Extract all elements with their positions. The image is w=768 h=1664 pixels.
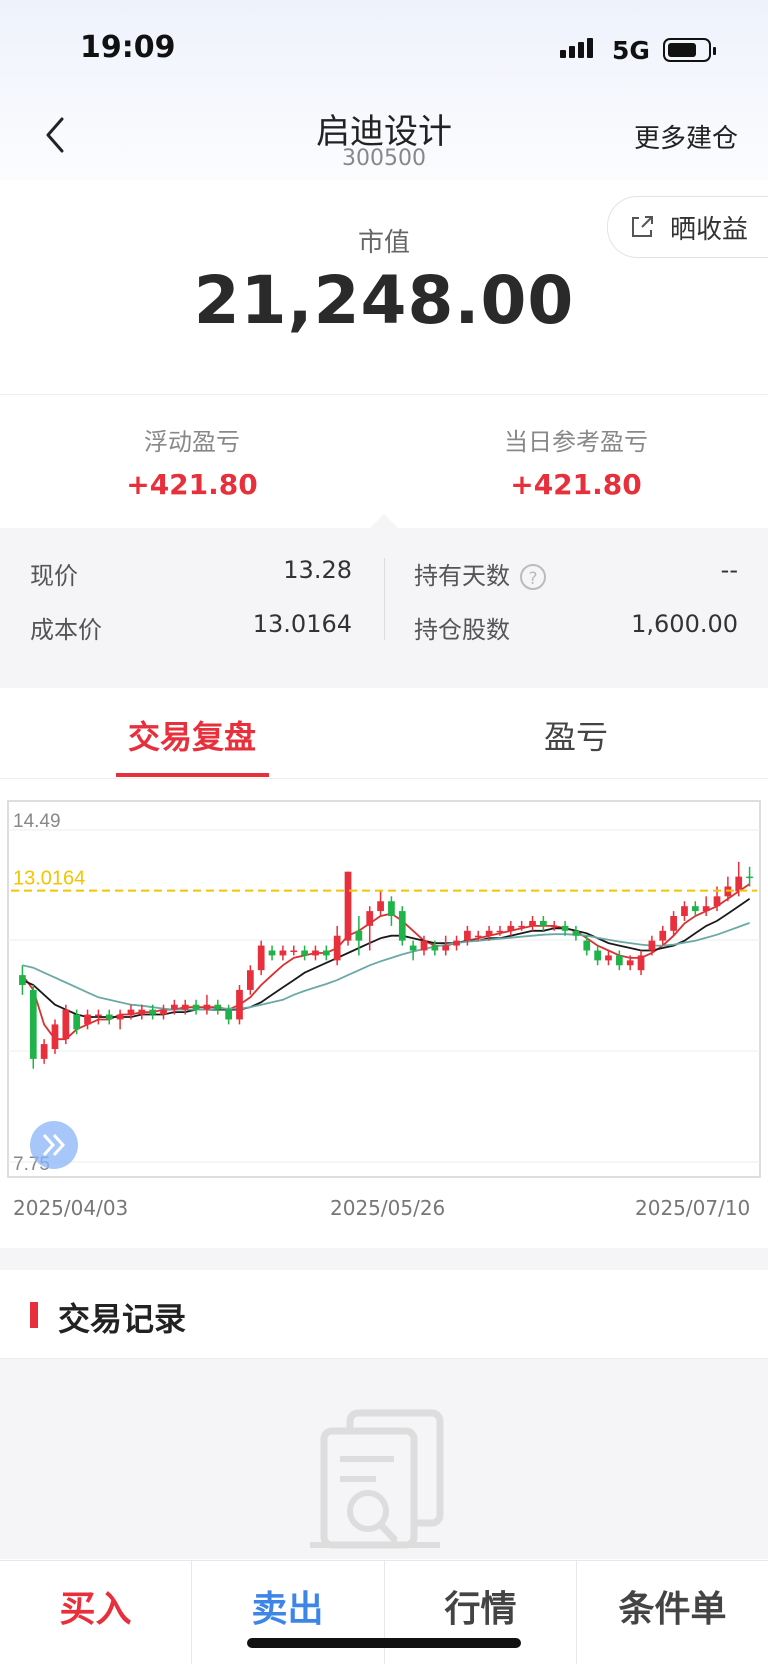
empty-document-icon	[310, 1409, 444, 1549]
battery-icon	[663, 38, 716, 62]
active-tab-indicator	[116, 773, 269, 777]
shares-label: 持仓股数	[414, 616, 510, 644]
divider	[0, 394, 768, 395]
pointer-triangle	[370, 514, 398, 528]
bottom-action-bar: 买入 卖出 行情 条件单	[0, 1560, 768, 1664]
network-type: 5G	[612, 36, 650, 65]
help-icon[interactable]: ?	[520, 564, 546, 590]
cost-value: 13.0164	[252, 610, 352, 638]
tab-trade-review[interactable]: 交易复盘	[0, 712, 384, 758]
days-label: 持有天数?	[414, 556, 546, 591]
candle	[29, 984, 37, 1069]
daily-pnl-label: 当日参考盈亏	[504, 428, 648, 456]
floating-pnl-value: +421.80	[126, 468, 258, 501]
position-stats: 现价 13.28 成本价 13.0164 持有天数? -- 持仓股数 1,600…	[0, 528, 768, 668]
trade-records-title: 交易记录	[58, 1300, 187, 1338]
buy-button[interactable]: 买入	[0, 1561, 191, 1664]
price-value: 13.28	[283, 556, 352, 584]
candlestick-chart[interactable]: 14.49 13.0164 7.75	[7, 800, 761, 1178]
cost-line-label: 13.0164	[13, 868, 85, 890]
market-value-label: 市值	[357, 228, 410, 258]
candle	[398, 906, 406, 946]
candle	[51, 1019, 59, 1054]
nav-bar: 启迪设计 300500 更多建仓	[0, 100, 768, 180]
trade-records-header: 交易记录	[0, 1270, 768, 1359]
x-label-start: 2025/04/03	[13, 1196, 129, 1220]
signal-icon	[560, 38, 593, 58]
y-max-label: 14.49	[13, 811, 61, 832]
days-value: --	[720, 556, 738, 584]
sell-button[interactable]: 卖出	[192, 1561, 383, 1664]
shares-value: 1,600.00	[631, 610, 738, 638]
tab-bar: 交易复盘 盈亏	[0, 688, 768, 779]
status-bar: 19:09 5G	[0, 0, 768, 100]
empty-state	[0, 1359, 768, 1559]
section-gap	[0, 1248, 768, 1270]
section-gap	[0, 668, 768, 688]
price-label: 现价	[30, 562, 78, 590]
candle	[344, 871, 352, 946]
candle	[236, 984, 243, 1025]
more-positions-button[interactable]: 更多建仓	[634, 118, 738, 155]
stats-divider	[384, 558, 385, 640]
x-label-end: 2025/07/10	[635, 1196, 751, 1220]
candle	[257, 940, 265, 976]
x-label-mid: 2025/05/26	[330, 1196, 446, 1220]
floating-pnl-label: 浮动盈亏	[144, 428, 240, 456]
tab-profit-loss[interactable]: 盈亏	[384, 712, 768, 758]
status-time: 19:09	[80, 30, 176, 65]
expand-arrow-icon[interactable]	[30, 1121, 78, 1169]
market-value: 21,248.00	[193, 262, 575, 339]
condition-order-button[interactable]: 条件单	[577, 1561, 768, 1664]
daily-pnl-value: +421.80	[510, 468, 642, 501]
home-indicator	[247, 1638, 521, 1648]
quote-button[interactable]: 行情	[385, 1561, 576, 1664]
cost-label: 成本价	[30, 616, 102, 644]
candle	[62, 1004, 70, 1045]
section-marker	[30, 1302, 38, 1328]
